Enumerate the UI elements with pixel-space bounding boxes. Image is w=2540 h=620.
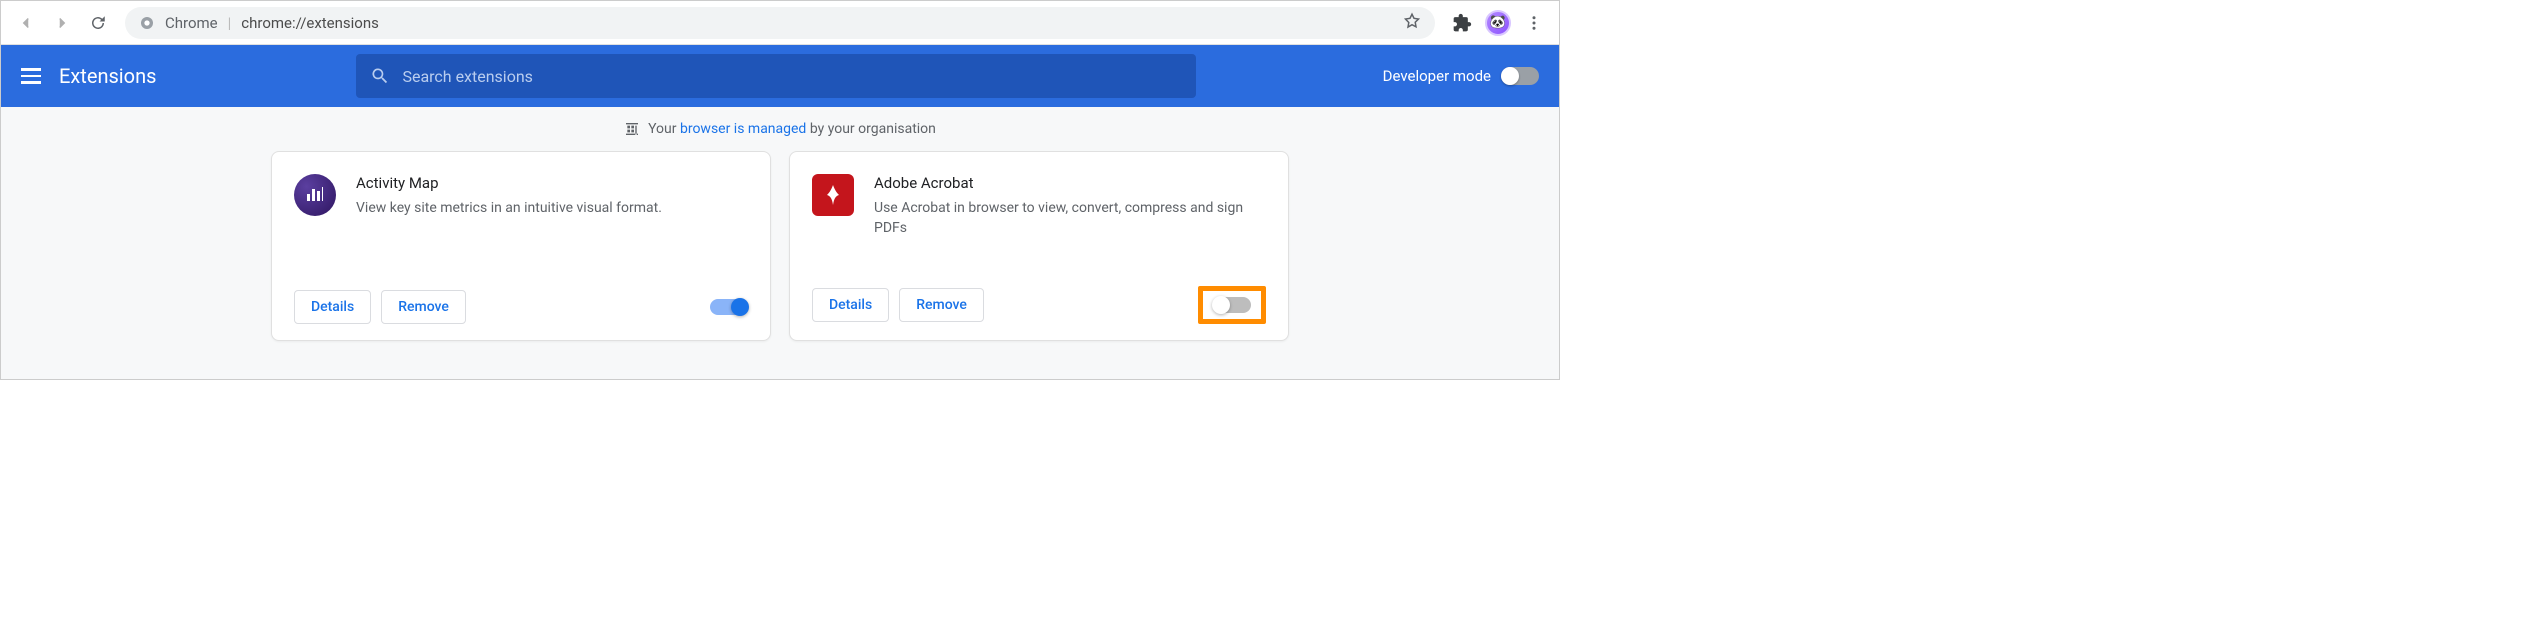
extension-name: Activity Map — [356, 174, 662, 192]
profile-avatar[interactable]: 🐼 — [1481, 6, 1515, 40]
extensions-grid: Activity Map View key site metrics in an… — [1, 151, 1559, 341]
address-separator: | — [228, 14, 232, 32]
chrome-icon — [139, 15, 155, 31]
back-button[interactable] — [9, 6, 43, 40]
extension-description: Use Acrobat in browser to view, convert,… — [874, 198, 1266, 239]
address-url: chrome://extensions — [241, 14, 379, 32]
details-button[interactable]: Details — [294, 290, 371, 324]
toggle-wrap — [710, 299, 748, 315]
search-box[interactable] — [356, 54, 1196, 98]
remove-button[interactable]: Remove — [899, 288, 984, 322]
page-title: Extensions — [59, 64, 156, 88]
menu-icon[interactable] — [21, 64, 45, 88]
extension-name: Adobe Acrobat — [874, 174, 1266, 192]
remove-button[interactable]: Remove — [381, 290, 466, 324]
managed-notice: Your browser is managed by your organisa… — [1, 107, 1559, 151]
browser-toolbar: Chrome | chrome://extensions 🐼 — [1, 1, 1559, 45]
building-icon — [624, 121, 640, 137]
forward-button[interactable] — [45, 6, 79, 40]
extension-card: Adobe Acrobat Use Acrobat in browser to … — [789, 151, 1289, 341]
developer-mode-toggle[interactable] — [1501, 67, 1539, 85]
extension-card: Activity Map View key site metrics in an… — [271, 151, 771, 341]
avatar-icon: 🐼 — [1485, 10, 1511, 36]
developer-mode-label: Developer mode — [1383, 67, 1491, 85]
highlight-box — [1198, 286, 1266, 324]
bookmark-star-icon[interactable] — [1403, 12, 1421, 34]
managed-link[interactable]: browser is managed — [680, 121, 806, 137]
developer-mode: Developer mode — [1383, 67, 1539, 85]
toggle-wrap — [1198, 286, 1266, 324]
managed-suffix: by your organisation — [806, 121, 936, 137]
extension-toggle[interactable] — [1213, 297, 1251, 313]
menu-dots-icon[interactable] — [1517, 6, 1551, 40]
address-app-label: Chrome — [165, 14, 218, 32]
extensions-header: Extensions Developer mode — [1, 45, 1559, 107]
reload-button[interactable] — [81, 6, 115, 40]
extensions-puzzle-icon[interactable] — [1445, 6, 1479, 40]
address-bar[interactable]: Chrome | chrome://extensions — [125, 7, 1435, 39]
extension-toggle[interactable] — [710, 299, 748, 315]
search-input[interactable] — [402, 67, 1182, 86]
managed-prefix: Your — [648, 121, 680, 137]
extension-description: View key site metrics in an intuitive vi… — [356, 198, 662, 218]
extension-icon — [294, 174, 336, 216]
content-area: Your browser is managed by your organisa… — [1, 107, 1559, 379]
details-button[interactable]: Details — [812, 288, 889, 322]
extension-icon — [812, 174, 854, 216]
search-icon — [370, 66, 390, 86]
